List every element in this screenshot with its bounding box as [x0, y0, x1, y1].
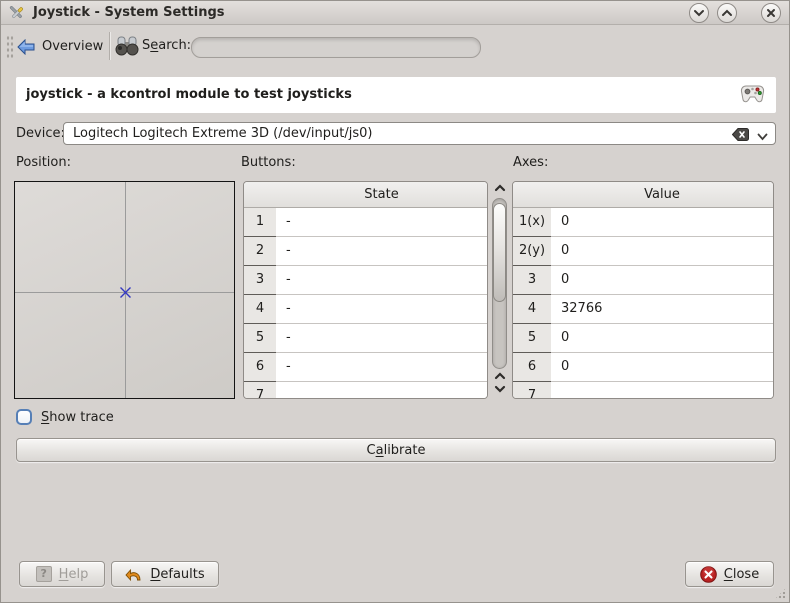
scroll-up-icon[interactable]	[491, 183, 508, 193]
toolbar-drag-handle[interactable]	[6, 35, 14, 59]
table-row[interactable]: 2(y)0	[513, 237, 773, 266]
table-row[interactable]: 4-	[244, 295, 487, 324]
axes-table: Value 1(x)0 2(y)0 30 432766 50 60 7	[512, 181, 774, 399]
close-icon	[766, 8, 776, 18]
show-trace-checkbox-row[interactable]: Show trace	[16, 409, 114, 425]
toolbar-separator	[109, 32, 110, 60]
scroll-down-icon[interactable]	[491, 384, 508, 394]
scroll-up-icon[interactable]	[491, 371, 508, 381]
back-arrow-icon	[17, 39, 35, 55]
maximize-button[interactable]	[717, 3, 737, 23]
dropdown-chevron-icon[interactable]	[757, 130, 768, 145]
table-row[interactable]: 50	[513, 324, 773, 353]
buttons-table-scrollbar	[491, 182, 508, 398]
calibrate-label: Calibrate	[367, 443, 426, 458]
toolbar: Overview Search:	[1, 26, 789, 67]
show-trace-checkbox[interactable]	[16, 409, 32, 425]
system-settings-tools-icon	[9, 5, 25, 21]
search-binoculars-icon	[115, 35, 139, 61]
close-label: Close	[724, 567, 759, 582]
position-label: Position:	[16, 155, 71, 170]
table-row[interactable]: 1-	[244, 208, 487, 237]
resize-grip[interactable]	[774, 587, 787, 600]
overview-button[interactable]: Overview	[17, 33, 103, 60]
joystick-position-pad	[14, 181, 235, 399]
device-value: Logitech Logitech Extreme 3D (/dev/input…	[73, 123, 372, 144]
chevron-down-icon	[693, 9, 705, 17]
show-trace-label: Show trace	[41, 410, 114, 425]
close-window-button[interactable]	[761, 3, 781, 23]
window-title: Joystick - System Settings	[33, 1, 225, 25]
table-row[interactable]: 1(x)0	[513, 208, 773, 237]
overview-label: Overview	[42, 39, 103, 54]
defaults-label: Defaults	[150, 567, 204, 582]
close-button[interactable]: Close	[685, 561, 774, 587]
device-combobox[interactable]: Logitech Logitech Extreme 3D (/dev/input…	[63, 122, 776, 145]
search-input[interactable]	[191, 37, 481, 58]
joystick-settings-window: Joystick - System Settings Overview	[0, 0, 790, 603]
device-label: Device:	[16, 122, 65, 145]
position-marker-icon	[119, 286, 132, 303]
table-row[interactable]: 7	[513, 382, 773, 399]
help-button[interactable]: ? Help	[19, 561, 105, 587]
table-row[interactable]: 30	[513, 266, 773, 295]
axes-table-header[interactable]: Value	[513, 182, 773, 208]
calibrate-button[interactable]: Calibrate	[16, 438, 776, 462]
search-label: Search:	[142, 38, 191, 53]
table-row[interactable]: 432766	[513, 295, 773, 324]
clear-device-icon[interactable]	[732, 128, 749, 145]
defaults-button[interactable]: Defaults	[111, 561, 219, 587]
buttons-label: Buttons:	[241, 155, 296, 170]
table-row[interactable]: 6-	[244, 353, 487, 382]
axes-label: Axes:	[513, 155, 548, 170]
minimize-button[interactable]	[689, 3, 709, 23]
scrollbar-thumb[interactable]	[493, 203, 506, 302]
titlebar[interactable]: Joystick - System Settings	[1, 1, 789, 25]
table-row[interactable]: 5-	[244, 324, 487, 353]
buttons-table: State 1- 2- 3- 4- 5- 6- 7	[243, 181, 488, 399]
gamepad-icon	[740, 84, 765, 109]
help-label: Help	[59, 567, 89, 582]
module-header-banner: joystick - a kcontrol module to test joy…	[16, 77, 776, 113]
close-red-icon	[700, 566, 717, 583]
table-row[interactable]: 3-	[244, 266, 487, 295]
module-title: joystick - a kcontrol module to test joy…	[26, 77, 352, 113]
table-row[interactable]: 2-	[244, 237, 487, 266]
table-row[interactable]: 60	[513, 353, 773, 382]
help-icon: ?	[36, 566, 52, 582]
chevron-up-icon	[721, 9, 733, 17]
table-row[interactable]: 7	[244, 382, 487, 399]
buttons-table-header[interactable]: State	[244, 182, 487, 208]
undo-arrow-icon	[125, 567, 143, 582]
